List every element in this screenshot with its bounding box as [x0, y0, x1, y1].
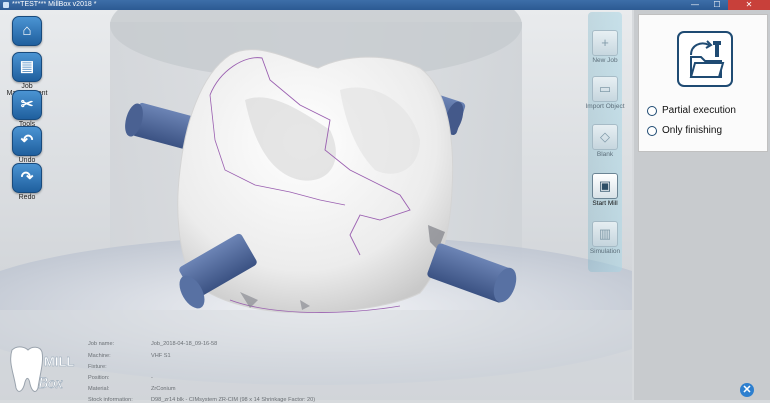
- only-finishing-radio[interactable]: [647, 125, 657, 136]
- simulation-label: Simulation: [589, 248, 621, 255]
- blank-button[interactable]: ◇ Blank: [584, 124, 626, 158]
- only-finishing-label: Only finishing: [662, 125, 723, 136]
- start-mill-label: Start Mill: [592, 200, 618, 207]
- options-panel: Partial execution Only finishing: [634, 10, 770, 400]
- close-window-button[interactable]: ✕: [728, 0, 770, 10]
- start-mill-icon: ▣: [592, 173, 618, 199]
- logo-mill-text: MILL: [44, 354, 74, 369]
- partial-execution-label: Partial execution: [662, 105, 736, 116]
- import-object-icon: ▭: [592, 76, 618, 102]
- tools-icon: ✂: [12, 90, 42, 120]
- redo-icon: ↷: [12, 163, 42, 193]
- import-object-button[interactable]: ▭ Import Object: [584, 76, 626, 110]
- close-panel-button[interactable]: ✕: [740, 383, 754, 397]
- new-job-label: New Job: [592, 57, 618, 64]
- milling-folder-icon: [677, 31, 733, 87]
- redo-label: Redo: [18, 194, 36, 201]
- maximize-button[interactable]: ☐: [706, 0, 728, 10]
- new-job-icon: +: [592, 30, 618, 56]
- new-job-button[interactable]: + New Job: [584, 30, 626, 64]
- partial-execution-option[interactable]: Partial execution: [647, 105, 736, 116]
- import-object-label: Import Object: [585, 103, 625, 110]
- partial-execution-radio[interactable]: [647, 105, 657, 116]
- simulation-icon: ▥: [592, 221, 618, 247]
- only-finishing-option[interactable]: Only finishing: [647, 125, 722, 136]
- blank-label: Blank: [596, 151, 614, 158]
- logo-box-text: Box: [38, 375, 63, 392]
- start-mill-button[interactable]: ▣ Start Mill: [584, 173, 626, 207]
- home-button[interactable]: ⌂: [0, 16, 54, 46]
- window-title: ***TEST*** MillBox v2018 *: [12, 1, 97, 8]
- undo-button[interactable]: ↶ Undo: [0, 126, 54, 164]
- job-management-icon: ▤: [12, 52, 42, 82]
- blank-icon: ◇: [592, 124, 618, 150]
- mill-options-box: Partial execution Only finishing: [638, 14, 768, 152]
- simulation-button[interactable]: ▥ Simulation: [584, 221, 626, 255]
- undo-icon: ↶: [12, 126, 42, 156]
- app-icon: [3, 2, 9, 8]
- tools-button[interactable]: ✂ Tools: [0, 90, 54, 128]
- millbox-logo: MILL Box: [8, 344, 78, 396]
- minimize-button[interactable]: —: [684, 0, 706, 10]
- title-bar: ***TEST*** MillBox v2018 * — ☐ ✕: [0, 0, 770, 10]
- home-icon: ⌂: [12, 16, 42, 46]
- redo-button[interactable]: ↷ Redo: [0, 163, 54, 201]
